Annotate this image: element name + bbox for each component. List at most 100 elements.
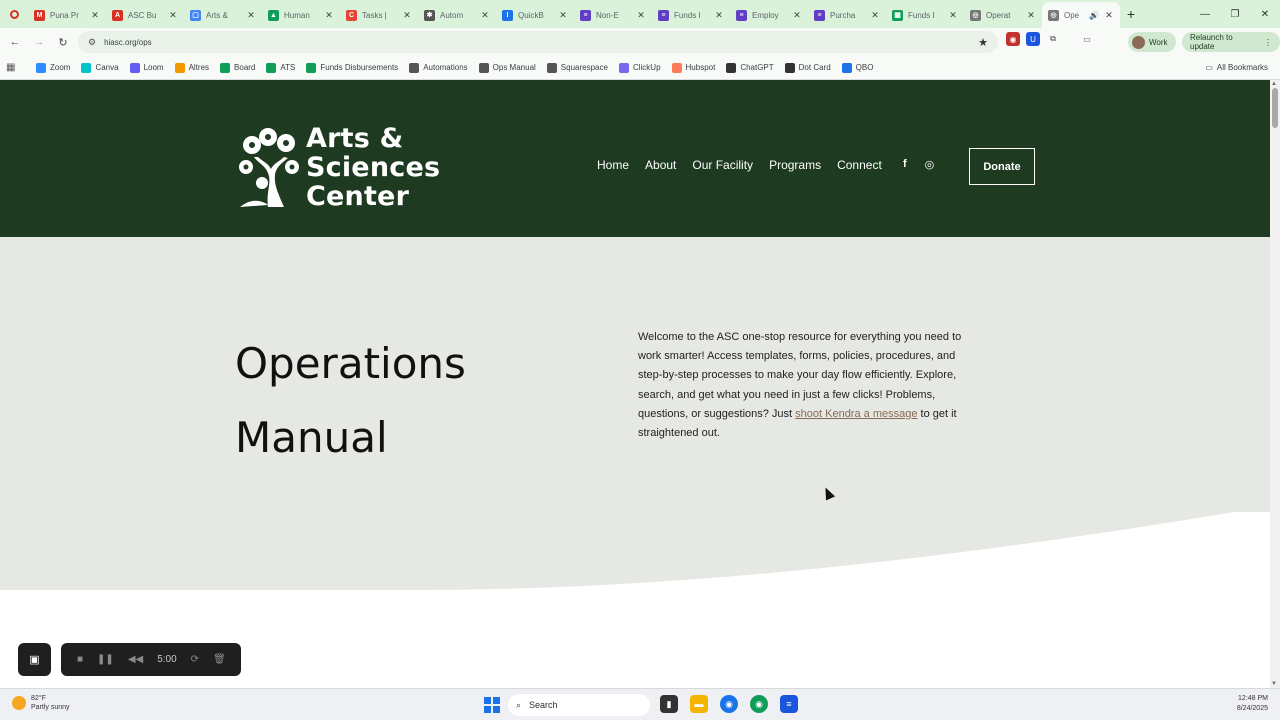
browser-tab[interactable]: I QuickB ✕ (496, 3, 574, 27)
camera-toggle-button[interactable]: ▣ (18, 643, 51, 676)
taskbar: 82°F Partly sunny ⌕ Search ▮ ▬ ◉ ◉ ≡ 12:… (0, 688, 1280, 720)
nav-about[interactable]: About (645, 158, 676, 172)
browser-tab[interactable]: ◎ Operat ✕ (964, 3, 1042, 27)
tab-close-icon[interactable]: ✕ (870, 10, 880, 21)
back-button[interactable]: ← (3, 30, 27, 54)
facebook-icon[interactable]: f (903, 158, 907, 171)
tab-close-icon[interactable]: ✕ (948, 10, 958, 21)
windows-start-icon[interactable] (484, 697, 500, 713)
taskbar-search[interactable]: ⌕ Search (508, 694, 650, 716)
google-drive-icon: ▲ (268, 9, 279, 21)
bookmark-item[interactable]: ClickUp (618, 62, 661, 73)
donate-button[interactable]: Donate (969, 148, 1035, 185)
bookmark-item[interactable]: Funds Disbursements (306, 62, 398, 73)
tab-title: Autom (440, 10, 464, 20)
browser-tab[interactable]: ▦ Funds I ✕ (886, 3, 964, 27)
site-logo[interactable]: Arts & Sciences Center (238, 124, 440, 211)
forward-button[interactable]: → (27, 30, 51, 54)
browser-tab[interactable]: ▲ Human ✕ (262, 3, 340, 27)
tab-audio-icon[interactable]: 🔊 (1089, 11, 1099, 20)
site-info-icon[interactable]: ⚙ (88, 37, 96, 48)
tab-close-icon[interactable]: ✕ (558, 10, 568, 21)
stop-recording-icon[interactable]: ■ (77, 654, 83, 665)
delete-recording-icon[interactable]: 🗑 (213, 654, 226, 665)
all-bookmarks-button[interactable]: ▭ All Bookmarks (1205, 63, 1268, 72)
bookmark-star-icon[interactable]: ★ (978, 36, 988, 49)
notepad-icon[interactable]: ≡ (780, 695, 798, 713)
url-text: hiasc.org/ops (104, 37, 152, 47)
chrome-profile-icon[interactable]: ◉ (750, 695, 768, 713)
tab-close-icon[interactable]: ✕ (246, 10, 256, 21)
nav-connect[interactable]: Connect (837, 158, 882, 172)
tab-search-button[interactable] (0, 0, 28, 28)
apps-grid-icon[interactable]: ▦ (6, 62, 22, 73)
restore-button[interactable]: ❐ (1220, 0, 1250, 28)
browser-tab[interactable]: C Tasks | ✕ (340, 3, 418, 27)
scroll-thumb[interactable] (1272, 88, 1278, 128)
browser-tab[interactable]: ≡ Non-E ✕ (574, 3, 652, 27)
address-bar[interactable]: ⚙ hiasc.org/ops ★ (78, 31, 998, 53)
minimize-button[interactable]: — (1190, 0, 1220, 28)
tab-close-icon[interactable]: ✕ (90, 10, 100, 21)
side-panel-icon[interactable]: ▭ (1080, 32, 1094, 46)
browser-tab[interactable]: ≡ Employ ✕ (730, 3, 808, 27)
bookmark-item[interactable]: Canva (81, 62, 119, 73)
browser-tab[interactable]: ✱ Autom ✕ (418, 3, 496, 27)
tab-close-icon[interactable]: ✕ (792, 10, 802, 21)
bookmark-item[interactable]: Zoom (36, 62, 70, 73)
page-scrollbar[interactable]: ▲ ▼ (1270, 80, 1280, 688)
pause-recording-icon[interactable]: ❚❚ (97, 654, 114, 665)
draw-tool-icon[interactable]: ⟳ (191, 654, 199, 665)
tab-close-icon[interactable]: ✕ (324, 10, 334, 21)
sheets-icon: ▦ (892, 9, 903, 21)
profile-button[interactable]: Work (1128, 32, 1176, 52)
bookmark-item[interactable]: Ops Manual (478, 62, 536, 73)
reload-button[interactable]: ↻ (51, 30, 75, 54)
browser-tab[interactable]: M Puna Pr ✕ (28, 3, 106, 27)
relaunch-button[interactable]: Relaunch to update ⋮ (1182, 32, 1280, 52)
bookmark-item[interactable]: Board (220, 62, 255, 73)
more-menu-icon[interactable]: ⋮ (1264, 38, 1272, 47)
tab-close-icon[interactable]: ✕ (168, 10, 178, 21)
browser-tab[interactable]: A ASC Bu ✕ (106, 3, 184, 27)
bookmark-item[interactable]: Loom (129, 62, 164, 73)
bookmark-item[interactable]: Squarespace (546, 62, 608, 73)
browser-tab[interactable]: ▢ Arts & ✕ (184, 3, 262, 27)
scroll-down-arrow-icon[interactable]: ▼ (1271, 681, 1277, 687)
form-icon: ≡ (580, 9, 591, 21)
tab-close-icon[interactable]: ✕ (714, 10, 724, 21)
extension-icon[interactable]: U (1026, 32, 1040, 46)
bookmark-item[interactable]: Altres (174, 62, 209, 73)
system-clock[interactable]: 12:48 PM 8/24/2025 (1237, 694, 1268, 714)
instagram-icon[interactable]: ◎ (925, 158, 935, 171)
chrome-icon[interactable]: ◉ (720, 695, 738, 713)
task-view-icon[interactable]: ▮ (660, 695, 678, 713)
nav-programs[interactable]: Programs (769, 158, 821, 172)
tab-close-icon[interactable]: ✕ (1104, 10, 1114, 21)
browser-tab[interactable]: ≡ Purcha ✕ (808, 3, 886, 27)
browser-tab[interactable]: ≡ Funds I ✕ (652, 3, 730, 27)
weather-widget[interactable]: 82°F Partly sunny (12, 694, 70, 712)
bookmark-item[interactable]: Hubspot (671, 62, 715, 73)
bookmark-item[interactable]: Automations (409, 62, 468, 73)
tab-close-icon[interactable]: ✕ (480, 10, 490, 21)
file-explorer-icon[interactable]: ▬ (690, 695, 708, 713)
extensions-puzzle-icon[interactable]: ⧉ (1046, 32, 1060, 46)
tab-close-icon[interactable]: ✕ (1026, 10, 1036, 21)
nav-our-facility[interactable]: Our Facility (692, 158, 753, 172)
tab-close-icon[interactable]: ✕ (402, 10, 412, 21)
close-window-button[interactable]: ✕ (1250, 0, 1280, 28)
extension-icon[interactable]: ◉ (1006, 32, 1020, 46)
tab-close-icon[interactable]: ✕ (636, 10, 646, 21)
bookmark-item[interactable]: Dot Card (784, 62, 831, 73)
new-tab-button[interactable]: + (1120, 6, 1142, 22)
bookmark-item[interactable]: ChatGPT (726, 62, 774, 73)
browser-tab[interactable]: ◎ Ope 🔊 ✕ (1042, 2, 1120, 28)
message-kendra-link[interactable]: shoot Kendra a message (795, 408, 917, 420)
extensions-area: ◉ U ⧉ ▭ (1006, 32, 1094, 46)
bookmark-item[interactable]: QBO (841, 62, 873, 73)
restart-recording-icon[interactable]: ◀◀ (128, 654, 143, 665)
nav-home[interactable]: Home (597, 158, 629, 172)
scroll-up-arrow-icon[interactable]: ▲ (1271, 81, 1277, 87)
bookmark-item[interactable]: ATS (266, 62, 295, 73)
